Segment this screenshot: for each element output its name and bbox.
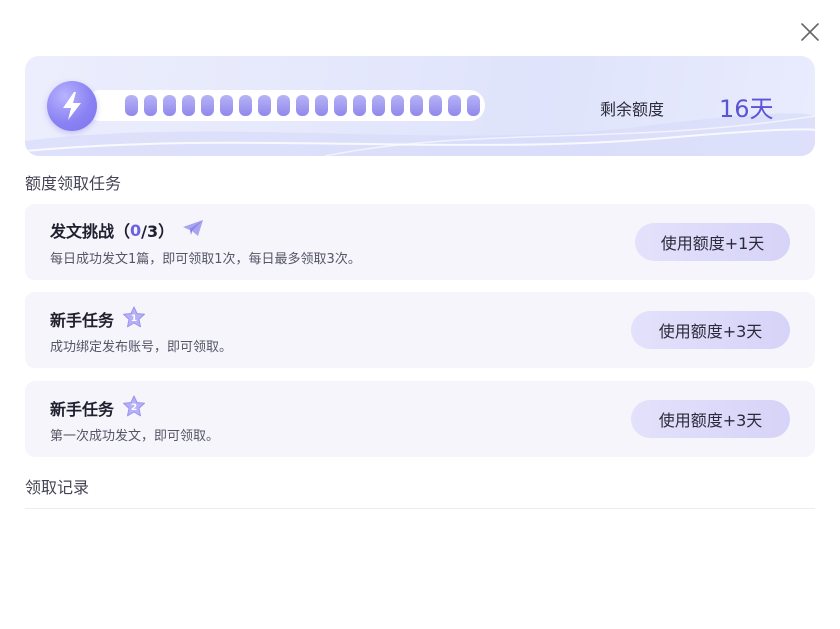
quota-progress-cell xyxy=(353,95,366,116)
quota-progress-cell xyxy=(220,95,233,116)
claim-quota-button[interactable]: 使用额度+1天 xyxy=(635,223,790,261)
quota-banner: 剩余额度 16天 xyxy=(25,56,815,156)
task-description: 成功绑定发布账号，即可领取。 xyxy=(50,340,233,355)
quota-progress-cell xyxy=(163,95,176,116)
quota-progress-cell xyxy=(372,95,385,116)
paper-plane-icon xyxy=(182,219,204,241)
quota-progress-cell xyxy=(391,95,404,116)
badge-number: 2 xyxy=(131,403,137,413)
star-badge-icon: 2 xyxy=(122,395,146,421)
quota-progress-cell xyxy=(144,95,157,116)
remaining-quota-value: 16天 xyxy=(719,95,774,123)
claim-quota-button[interactable]: 使用额度+3天 xyxy=(631,400,790,438)
quota-progress-cell xyxy=(334,95,347,116)
task-description: 第一次成功发文，即可领取。 xyxy=(50,429,220,444)
claim-quota-button[interactable]: 使用额度+3天 xyxy=(631,311,790,349)
divider xyxy=(25,508,815,509)
star-badge-icon: 1 xyxy=(122,306,146,332)
task-title: 新手任务 1 xyxy=(50,306,146,332)
task-title-text: 新手任务 xyxy=(50,311,115,330)
quota-dialog: 剩余额度 16天 额度领取任务 发文挑战（ 0/3） 每日成功发文1篇，即可领取1… xyxy=(0,0,840,629)
lightning-bolt-icon xyxy=(47,81,97,131)
claim-tasks-heading: 额度领取任务 xyxy=(25,174,122,193)
task-description: 每日成功发文1篇，即可领取1次，每日最多领取3次。 xyxy=(50,252,361,267)
quota-progress-cell xyxy=(239,95,252,116)
task-card-post-challenge: 发文挑战（ 0/3） 每日成功发文1篇，即可领取1次，每日最多领取3次。 使用额度… xyxy=(25,204,815,280)
quota-progress-cells xyxy=(125,95,480,116)
quota-progress-cell xyxy=(277,95,290,116)
task-progress-done: 0 xyxy=(130,220,142,240)
quota-progress-cell xyxy=(201,95,214,116)
quota-progress-cell xyxy=(125,95,138,116)
task-title: 新手任务 2 xyxy=(50,395,146,421)
quota-progress-bar xyxy=(85,90,485,121)
claim-records-heading: 领取记录 xyxy=(25,478,90,497)
quota-progress-cell xyxy=(448,95,461,116)
quota-progress-cell xyxy=(429,95,442,116)
task-title-text: 发文挑战（ xyxy=(50,222,131,241)
quota-progress-cell xyxy=(296,95,309,116)
task-card-newbie-2: 新手任务 2 第一次成功发文，即可领取。 使用额度+3天 xyxy=(25,381,815,457)
remaining-quota-label: 剩余额度 xyxy=(600,100,665,119)
quota-progress-cell xyxy=(467,95,480,116)
task-title-text: 新手任务 xyxy=(50,400,115,419)
close-icon[interactable] xyxy=(798,20,822,44)
quota-progress-cell xyxy=(258,95,271,116)
badge-number: 1 xyxy=(131,314,137,324)
quota-progress-cell xyxy=(182,95,195,116)
task-title: 发文挑战（ 0/3） xyxy=(50,218,204,242)
task-card-newbie-1: 新手任务 1 成功绑定发布账号，即可领取。 使用额度+3天 xyxy=(25,292,815,368)
task-progress-total: /3） xyxy=(141,222,175,241)
quota-progress-cell xyxy=(410,95,423,116)
quota-progress-cell xyxy=(315,95,328,116)
